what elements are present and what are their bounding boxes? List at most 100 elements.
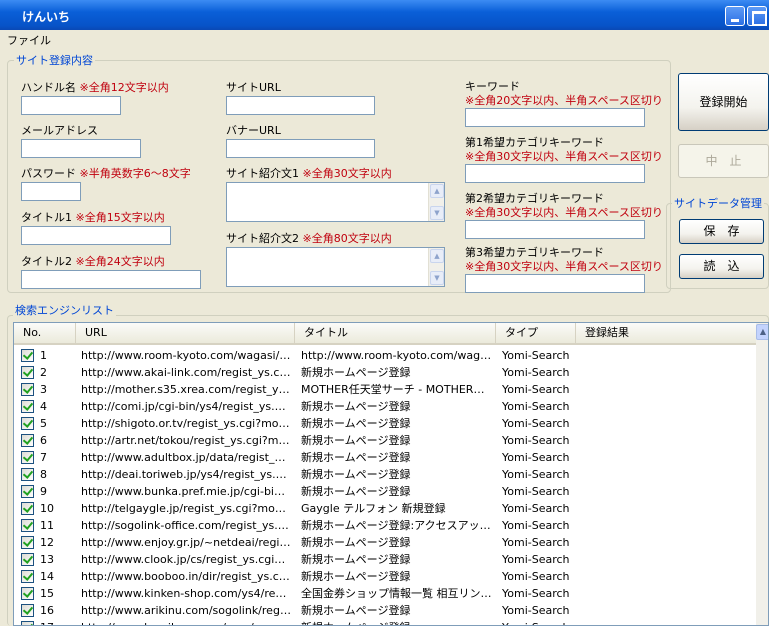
minimize-button[interactable] xyxy=(725,6,745,26)
table-row[interactable]: 2 http://www.akai-link.com/regist_ys.cgi?… xyxy=(14,364,756,381)
table-row[interactable]: 11 http://sogolink-office.com/regist_ys.c… xyxy=(14,517,756,534)
cell-result xyxy=(582,364,752,381)
table-row[interactable]: 6 http://artr.net/tokou/regist_ys.cgi?mod… xyxy=(14,432,756,449)
row-checkbox[interactable] xyxy=(21,502,34,515)
cell-result xyxy=(582,381,752,398)
list-scrollbar[interactable]: ▲ xyxy=(756,323,768,625)
cell-result xyxy=(582,449,752,466)
password-label: パスワード ※半角英数字6～8文字 xyxy=(21,167,191,180)
scroll-down-icon[interactable]: ▼ xyxy=(430,206,444,220)
cell-url: http://www.enjoy.gr.jp/~netdeai/regist_.… xyxy=(81,536,291,549)
password-input[interactable] xyxy=(21,182,81,201)
row-checkbox[interactable] xyxy=(21,451,34,464)
table-row[interactable]: 4 http://comi.jp/cgi-bin/ys4/regist_ys.cg… xyxy=(14,398,756,415)
table-row[interactable]: 7 http://www.adultbox.jp/data/regist_ys.c… xyxy=(14,449,756,466)
start-registration-button[interactable]: 登録開始 xyxy=(678,73,769,131)
maximize-button[interactable] xyxy=(747,6,767,26)
table-row[interactable]: 3 http://mother.s35.xrea.com/regist_ys.cg… xyxy=(14,381,756,398)
table-row[interactable]: 14 http://www.booboo.in/dir/regist_ys.cgi… xyxy=(14,568,756,585)
scroll-up-icon[interactable]: ▲ xyxy=(756,324,768,340)
menu-bar: ファイル xyxy=(0,30,769,47)
row-checkbox[interactable] xyxy=(21,587,34,600)
keyword-input[interactable] xyxy=(465,108,645,127)
search-engine-list[interactable]: No. URL タイトル タイプ 登録結果 1 http://www.room-k… xyxy=(13,322,769,626)
cat1-input[interactable] xyxy=(465,164,645,183)
row-checkbox[interactable] xyxy=(21,604,34,617)
table-row[interactable]: 1 http://www.room-kyoto.com/wagasi/re... h… xyxy=(14,347,756,364)
window-title: けんいち xyxy=(22,10,71,24)
title-bar[interactable]: けんいち xyxy=(0,0,769,30)
table-row[interactable]: 10 http://telgaygle.jp/regist_ys.cgi?mode… xyxy=(14,500,756,517)
load-button[interactable]: 読 込 xyxy=(679,254,764,279)
cell-result xyxy=(582,602,752,619)
intro1-scrollbar[interactable]: ▲ ▼ xyxy=(428,183,444,221)
row-checkbox[interactable] xyxy=(21,366,34,379)
cell-type: Yomi-Search xyxy=(502,587,570,600)
cell-no: 6 xyxy=(40,434,47,447)
cell-url: http://www.akai-link.com/regist_ys.cgi?.… xyxy=(81,366,291,379)
row-checkbox[interactable] xyxy=(21,417,34,430)
save-button[interactable]: 保 存 xyxy=(679,219,764,244)
title2-label: タイトル2 ※全角24文字以内 xyxy=(21,255,165,268)
scroll-down-icon[interactable]: ▼ xyxy=(430,271,444,285)
table-row[interactable]: 8 http://deai.toriweb.jp/ys4/regist_ys.cg… xyxy=(14,466,756,483)
banner-url-input[interactable] xyxy=(226,139,375,158)
cell-url: http://sogolink-office.com/regist_ys.cgi… xyxy=(81,519,291,532)
table-row[interactable]: 12 http://www.enjoy.gr.jp/~netdeai/regist… xyxy=(14,534,756,551)
cell-no: 1 xyxy=(40,349,47,362)
cell-type: Yomi-Search xyxy=(502,349,570,362)
app-window: けんいち ファイル サイト登録内容 ハンドル名 ※全角12文字以内 メールアドレ… xyxy=(0,0,769,626)
site-url-input[interactable] xyxy=(226,96,375,115)
row-checkbox[interactable] xyxy=(21,485,34,498)
cat2-input[interactable] xyxy=(465,220,645,239)
table-row[interactable]: 9 http://www.bunka.pref.mie.jp/cgi-bin/m.… xyxy=(14,483,756,500)
cell-title: 新規ホームページ登録 xyxy=(301,400,411,413)
row-checkbox[interactable] xyxy=(21,468,34,481)
cell-url: http://www.arikinu.com/sogolink/regist..… xyxy=(81,604,291,617)
row-checkbox[interactable] xyxy=(21,621,34,625)
table-row[interactable]: 13 http://www.clook.jp/cs/regist_ys.cgi?m… xyxy=(14,551,756,568)
cell-url: http://www.bunka.pref.mie.jp/cgi-bin/m..… xyxy=(81,485,291,498)
table-row[interactable]: 5 http://shigoto.or.tv/regist_ys.cgi?mode… xyxy=(14,415,756,432)
title2-input[interactable] xyxy=(21,270,201,289)
handle-input[interactable] xyxy=(21,96,121,115)
row-checkbox[interactable] xyxy=(21,536,34,549)
column-no[interactable]: No. xyxy=(14,323,76,343)
cell-no: 12 xyxy=(40,536,54,549)
table-row[interactable]: 16 http://www.arikinu.com/sogolink/regist… xyxy=(14,602,756,619)
column-title[interactable]: タイトル xyxy=(295,323,496,343)
list-header: No. URL タイトル タイプ 登録結果 xyxy=(14,323,758,345)
cell-result xyxy=(582,517,752,534)
cell-title: 新規ホームページ登録 xyxy=(301,553,411,566)
row-checkbox[interactable] xyxy=(21,519,34,532)
cat3-input[interactable] xyxy=(465,274,645,293)
cell-no: 17 xyxy=(40,619,70,625)
table-row[interactable]: 17 http://www.koreikura.com/user/yomi-s..… xyxy=(14,619,756,625)
intro2-scrollbar[interactable]: ▲ ▼ xyxy=(428,248,444,286)
intro1-textarea[interactable]: ▲ ▼ xyxy=(226,182,445,222)
row-checkbox[interactable] xyxy=(21,570,34,583)
scroll-up-icon[interactable]: ▲ xyxy=(430,184,444,198)
intro2-textarea[interactable]: ▲ ▼ xyxy=(226,247,445,287)
row-checkbox[interactable] xyxy=(21,553,34,566)
scroll-up-icon[interactable]: ▲ xyxy=(430,249,444,263)
column-result[interactable]: 登録結果 xyxy=(576,323,758,343)
column-type[interactable]: タイプ xyxy=(496,323,576,343)
column-url[interactable]: URL xyxy=(76,323,295,343)
intro1-label: サイト紹介文1 ※全角30文字以内 xyxy=(226,167,392,180)
row-checkbox[interactable] xyxy=(21,400,34,413)
row-checkbox[interactable] xyxy=(21,383,34,396)
cell-title: 新規ホームページ登録 xyxy=(301,604,411,617)
cell-type: Yomi-Search xyxy=(502,451,570,464)
cell-no: 15 xyxy=(40,587,54,600)
menu-file[interactable]: ファイル xyxy=(7,32,51,48)
cell-type: Yomi-Search xyxy=(502,536,570,549)
row-checkbox[interactable] xyxy=(21,349,34,362)
stop-button[interactable]: 中 止 xyxy=(678,144,769,178)
row-checkbox[interactable] xyxy=(21,434,34,447)
table-row[interactable]: 15 http://www.kinken-shop.com/ys4/regis..… xyxy=(14,585,756,602)
cell-url: http://www.koreikura.com/user/yomi-s... xyxy=(81,619,291,625)
title1-input[interactable] xyxy=(21,226,171,245)
email-input[interactable] xyxy=(21,139,141,158)
cell-no: 3 xyxy=(40,383,47,396)
